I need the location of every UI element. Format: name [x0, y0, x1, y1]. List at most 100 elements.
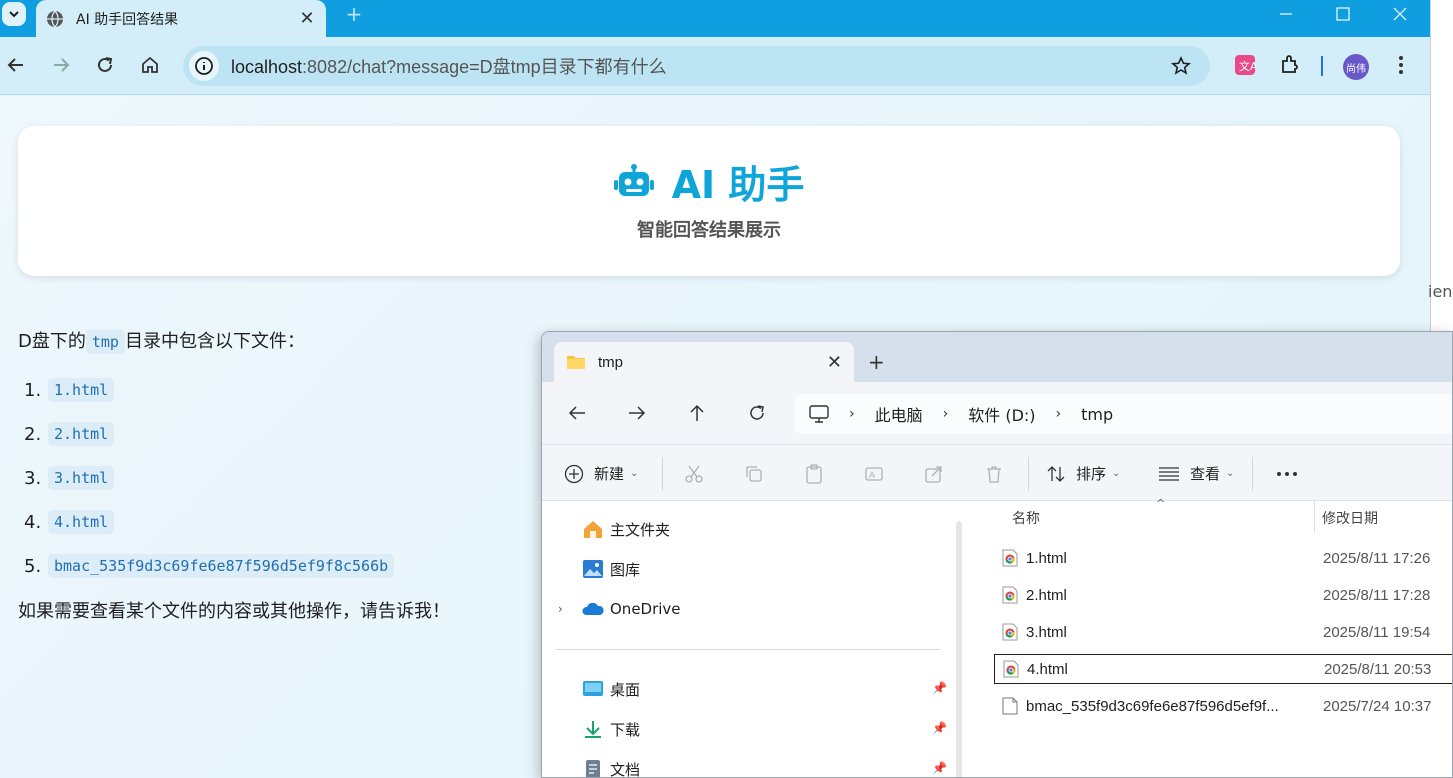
list-item-number: 5.	[24, 555, 42, 577]
explorer-up-button[interactable]	[682, 400, 712, 426]
explorer-tab[interactable]: tmp ✕	[554, 342, 854, 382]
cut-button[interactable]	[684, 445, 704, 502]
file-name: 4.html	[1027, 660, 1068, 678]
file-row[interactable]: 1.html 2025/8/11 17:26	[994, 543, 1452, 573]
documents-icon	[586, 760, 600, 777]
nav-item-downloads[interactable]: 下载	[582, 715, 640, 743]
explorer-tab-title: tmp	[598, 353, 624, 371]
paste-icon	[806, 463, 822, 484]
window-close-icon[interactable]	[1372, 0, 1428, 28]
back-button[interactable]	[0, 49, 32, 81]
sort-icon	[1047, 465, 1065, 482]
answer-content: D盘下的 tmp 目录中包含以下文件： 1. 1.html 2. 2.html 3. 3.…	[18, 328, 538, 626]
more-options-button[interactable]	[1276, 445, 1298, 502]
minimize-icon[interactable]	[1258, 0, 1314, 28]
list-item-number: 1.	[24, 379, 42, 401]
column-header-name-label: 名称	[1012, 511, 1040, 527]
explorer-back-button[interactable]	[562, 400, 592, 426]
column-header-name[interactable]: 名称	[1012, 501, 1040, 535]
chrome-html-icon	[1002, 549, 1018, 567]
nav-item-desktop[interactable]: 桌面	[582, 675, 640, 703]
pin-icon[interactable]: 📌	[932, 721, 947, 735]
arrow-left-icon	[568, 406, 585, 420]
home-icon	[584, 521, 602, 538]
paste-button[interactable]	[804, 445, 824, 502]
copy-button[interactable]	[744, 445, 764, 502]
maximize-icon[interactable]	[1315, 0, 1371, 28]
profile-avatar[interactable]: 尚伟	[1343, 54, 1369, 80]
column-header-modified-label: 修改日期	[1322, 511, 1378, 527]
site-info-icon[interactable]	[189, 51, 219, 81]
pin-icon[interactable]: 📌	[932, 681, 947, 695]
address-bar[interactable]: localhost:8082/chat?message=D盘tmp目录下都有什么	[183, 46, 1210, 86]
explorer-refresh-button[interactable]	[742, 400, 772, 426]
list-item-filename: 4.html	[48, 510, 115, 534]
nav-item-label: OneDrive	[610, 600, 681, 618]
file-icon	[1002, 697, 1018, 715]
file-name: 2.html	[1026, 586, 1067, 604]
download-icon	[585, 721, 601, 738]
chrome-html-icon	[1003, 660, 1019, 678]
close-tab-icon[interactable]: ✕	[827, 352, 842, 373]
chrome-html-icon	[1002, 586, 1018, 604]
nav-item-documents[interactable]: 文档	[582, 755, 641, 778]
file-row[interactable]: 2.html 2025/8/11 17:28	[994, 580, 1452, 610]
rename-button[interactable]: A	[864, 445, 884, 502]
tab-title: AI 助手回答结果	[76, 11, 179, 28]
tab-search-button[interactable]	[2, 2, 26, 26]
extensions-icon[interactable]	[1276, 51, 1304, 79]
arrow-up-icon	[690, 404, 704, 421]
explorer-command-bar: 新建 ⌄ A 排序 ⌄ 查看 ⌄	[542, 444, 1452, 501]
file-name: 1.html	[1026, 549, 1067, 567]
reload-button[interactable]	[89, 49, 121, 81]
url-text[interactable]: localhost:8082/chat?message=D盘tmp目录下都有什么	[231, 53, 1166, 79]
nav-item-label: 文档	[610, 760, 641, 778]
new-tab-button[interactable]: +	[340, 2, 368, 26]
breadcrumb-this-pc[interactable]: 此电脑	[875, 402, 923, 426]
breadcrumb-drive-d[interactable]: 软件 (D:)	[968, 402, 1035, 426]
navigation-scrollbar[interactable]	[956, 521, 962, 777]
chevron-right-icon: ›	[1055, 406, 1062, 422]
home-button[interactable]	[134, 49, 166, 81]
share-button[interactable]	[924, 445, 944, 502]
menu-kebab-icon[interactable]	[1387, 51, 1415, 79]
chrome-html-icon	[1002, 623, 1018, 641]
browser-toolbar: localhost:8082/chat?message=D盘tmp目录下都有什么…	[0, 37, 1430, 95]
toolbar-divider	[1321, 56, 1323, 76]
list-item: 1. 1.html	[18, 368, 538, 412]
nav-item-gallery[interactable]: 图库	[582, 555, 640, 583]
file-row[interactable]: 3.html 2025/8/11 19:54	[994, 617, 1452, 647]
file-date: 2025/8/11 17:26	[1323, 549, 1431, 567]
column-header-modified[interactable]: 修改日期	[1322, 501, 1378, 535]
close-tab-icon[interactable]: ✕	[298, 8, 316, 29]
tab-strip: AI 助手回答结果 ✕ +	[0, 0, 1430, 37]
nav-item-label: 主文件夹	[610, 520, 671, 539]
bookmark-star-icon[interactable]	[1166, 51, 1196, 81]
explorer-new-tab-button[interactable]: +	[868, 350, 885, 374]
file-list: 1. 1.html 2. 2.html 3. 3.html 4. 4.html 5. bm…	[18, 368, 538, 588]
navigation-pane: 主文件夹 图库 › OneDrive 桌面 📌 下载 📌 文档 📌	[542, 501, 956, 778]
new-button[interactable]: 新建 ⌄	[564, 445, 638, 502]
file-row-selected[interactable]: 4.html 2025/8/11 20:53	[994, 654, 1452, 684]
explorer-forward-button[interactable]	[622, 400, 652, 426]
translate-extension-icon[interactable]: 文A	[1231, 51, 1259, 79]
forward-button[interactable]	[45, 49, 77, 81]
nav-item-onedrive[interactable]: › OneDrive	[558, 595, 681, 623]
nav-item-label: 图库	[610, 560, 641, 579]
pin-icon[interactable]: 📌	[932, 761, 947, 775]
intro-prefix: D盘下的	[18, 331, 86, 352]
delete-button[interactable]	[984, 445, 1004, 502]
file-row[interactable]: bmac_535f9d3c69fe6e87f596d5ef9f... 2025/…	[994, 691, 1452, 721]
file-date: 2025/8/11 17:28	[1323, 586, 1431, 604]
list-item: 2. 2.html	[18, 412, 538, 456]
sort-button[interactable]: 排序 ⌄	[1046, 445, 1120, 502]
explorer-address-bar[interactable]: › 此电脑 › 软件 (D:) › tmp	[795, 394, 1452, 434]
nav-item-home[interactable]: 主文件夹	[582, 515, 670, 543]
breadcrumb-tmp[interactable]: tmp	[1081, 405, 1113, 424]
browser-tab[interactable]: AI 助手回答结果 ✕	[36, 0, 326, 37]
list-item-number: 4.	[24, 511, 42, 533]
arrow-right-icon	[629, 406, 646, 420]
view-button[interactable]: 查看 ⌄	[1158, 445, 1234, 502]
chevron-right-icon[interactable]: ›	[558, 602, 582, 616]
explorer-nav-row: › 此电脑 › 软件 (D:) › tmp	[542, 382, 1452, 444]
